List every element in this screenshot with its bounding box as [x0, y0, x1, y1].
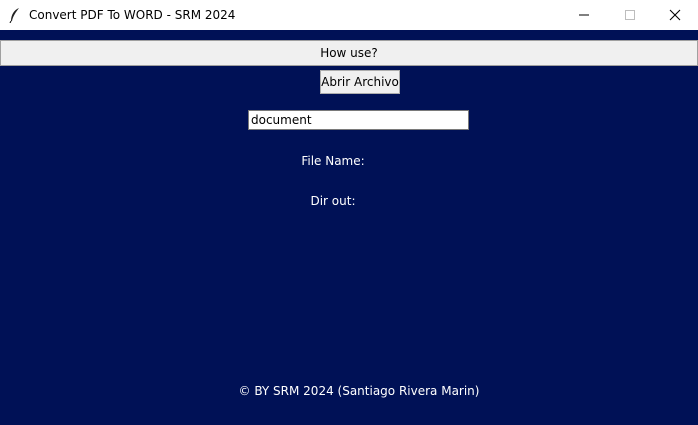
close-button[interactable] — [652, 0, 698, 30]
dir-out-label: Dir out: — [310, 194, 356, 208]
window-title: Convert PDF To WORD - SRM 2024 — [29, 8, 236, 22]
how-use-menu-button[interactable]: How use? — [0, 40, 698, 66]
minimize-button[interactable] — [561, 0, 607, 30]
maximize-button[interactable] — [607, 0, 653, 30]
feather-icon — [8, 7, 22, 24]
app-window: Convert PDF To WORD - SRM 2024 How use? … — [0, 0, 698, 425]
file-name-label: File Name: — [301, 154, 365, 168]
title-bar[interactable]: Convert PDF To WORD - SRM 2024 — [0, 0, 698, 30]
file-name-input[interactable] — [248, 110, 469, 130]
footer-credit: © BY SRM 2024 (Santiago Rivera Marin) — [238, 384, 480, 398]
open-file-button[interactable]: Abrir Archivo — [320, 70, 400, 94]
